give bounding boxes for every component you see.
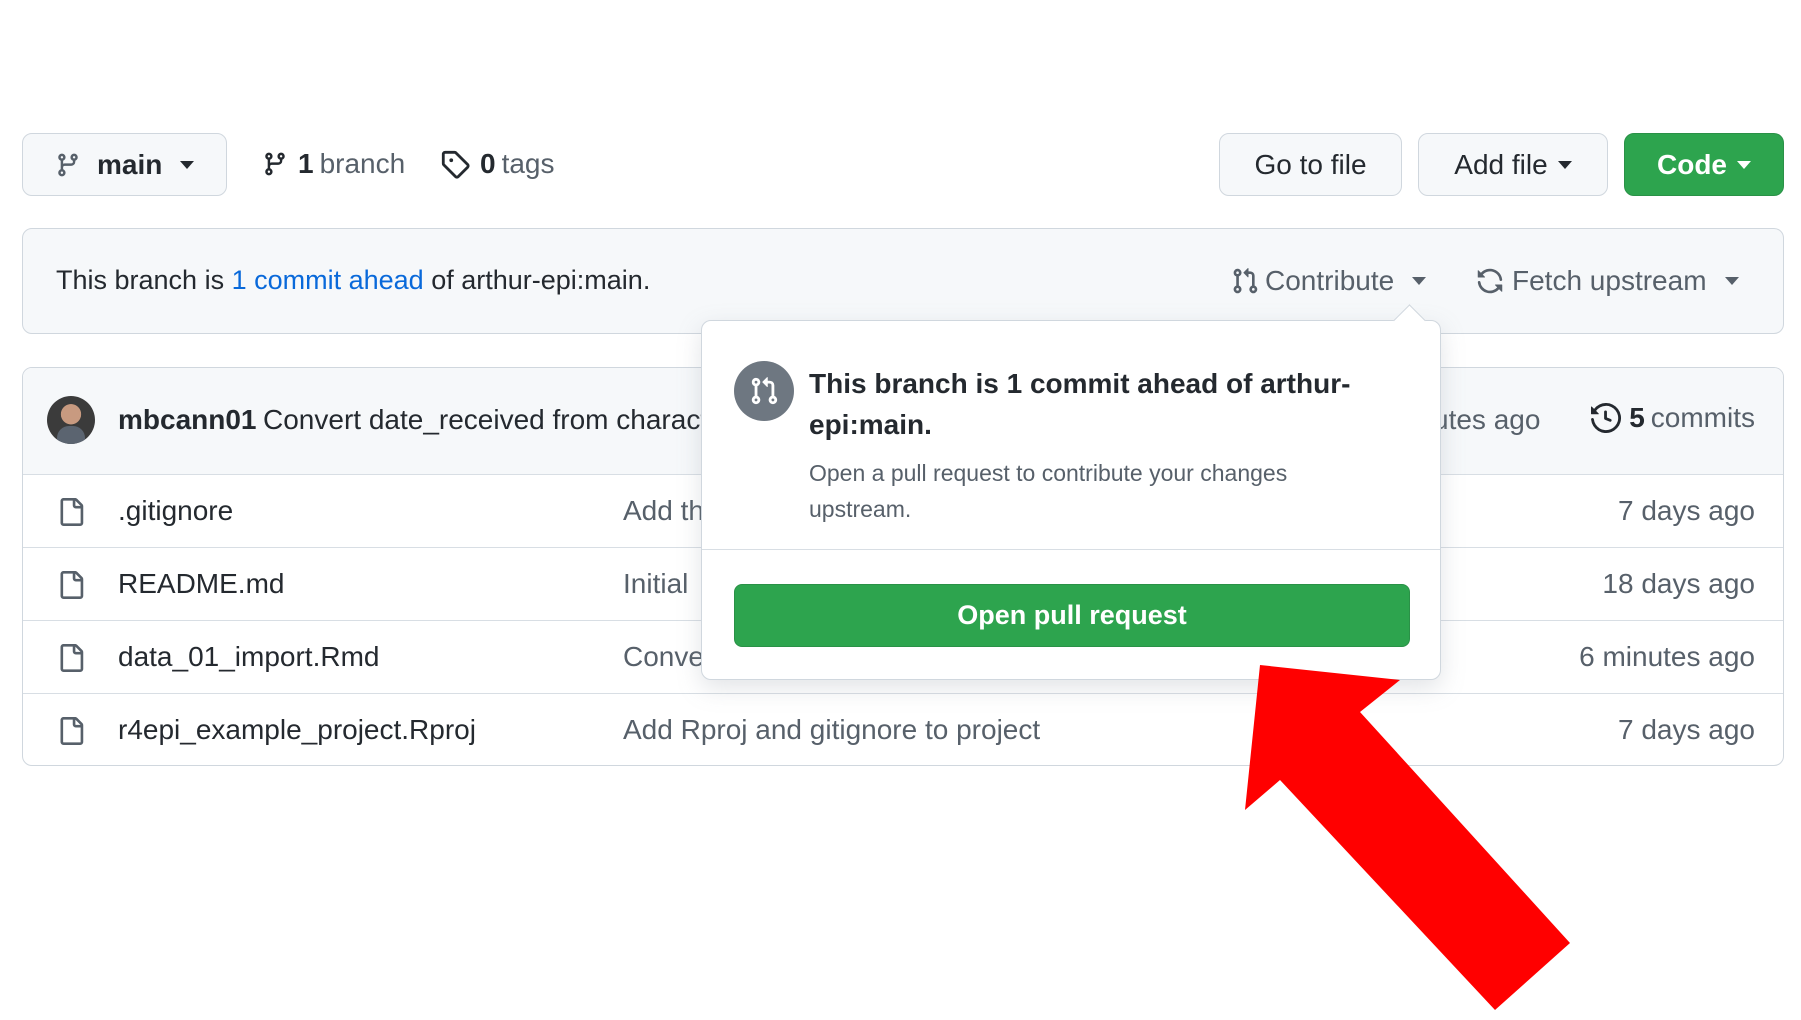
history-icon [1591, 403, 1622, 433]
commit-time: utes ago [1433, 404, 1541, 435]
branches-label: branch [319, 148, 406, 179]
red-arrow-annotation [1245, 665, 1570, 1010]
commits-count: 5 [1629, 402, 1645, 433]
fetch-upstream-label: Fetch upstream [1512, 265, 1707, 296]
file-name[interactable]: README.md [118, 568, 284, 600]
file-commit-message[interactable]: Add Rproj and gitignore to project [623, 714, 1040, 746]
caret-down-icon [180, 160, 195, 169]
branch-icon [262, 150, 288, 178]
tags-count: 0 [480, 148, 496, 179]
branch-icon [55, 151, 81, 179]
file-time: 7 days ago [1618, 714, 1755, 745]
caret-down-icon [1724, 277, 1739, 285]
branch-select-button[interactable]: main [22, 133, 227, 196]
arrow-shape [1245, 665, 1570, 1010]
tags-link[interactable]: 0 tags [440, 148, 555, 180]
commits-history-link[interactable]: 5 commits [1591, 402, 1755, 434]
file-time: 7 days ago [1618, 495, 1755, 526]
branches-count: 1 [298, 148, 314, 179]
pull-request-icon [734, 361, 794, 421]
pull-request-icon [1231, 266, 1259, 296]
avatar[interactable] [47, 396, 95, 444]
code-label: Code [1657, 148, 1727, 180]
file-icon [57, 497, 85, 527]
commit-message[interactable]: Convert date_received from character [263, 404, 723, 436]
branch-status-text: This branch is 1 commit ahead of arthur-… [56, 265, 650, 296]
caret-down-icon [1737, 160, 1751, 169]
file-name[interactable]: r4epi_example_project.Rproj [118, 714, 476, 746]
sync-icon [1476, 266, 1504, 296]
file-icon [57, 716, 85, 746]
tags-label: tags [501, 148, 555, 179]
commit-author[interactable]: mbcann01 [118, 404, 257, 436]
add-file-label: Add file [1454, 148, 1548, 180]
popover-description: Open a pull request to contribute your c… [809, 460, 1288, 522]
tag-icon [440, 149, 470, 179]
file-commit-message[interactable]: Initial [623, 568, 688, 600]
open-pull-request-button[interactable]: Open pull request [734, 584, 1410, 647]
file-time: 18 days ago [1602, 568, 1755, 599]
file-time: 6 minutes ago [1579, 641, 1755, 672]
branches-link[interactable]: 1 branch [262, 148, 405, 180]
contribute-dropdown[interactable]: Contribute [1231, 265, 1427, 297]
branch-status-banner: This branch is 1 commit ahead of arthur-… [22, 228, 1784, 334]
go-to-file-label: Go to file [1254, 148, 1367, 180]
go-to-file-button[interactable]: Go to file [1219, 133, 1402, 196]
code-button[interactable]: Code [1624, 133, 1784, 196]
branch-status-suffix: of arthur-epi:main. [431, 265, 651, 295]
file-name[interactable]: .gitignore [118, 495, 233, 527]
file-name[interactable]: data_01_import.Rmd [118, 641, 379, 673]
popover-divider [702, 549, 1440, 550]
fetch-upstream-dropdown[interactable]: Fetch upstream [1476, 265, 1739, 297]
caret-down-icon [1412, 277, 1427, 285]
branch-status-prefix: This branch is [56, 265, 225, 295]
file-commit-message[interactable]: Conve [623, 641, 704, 673]
contribute-popover: This branch is 1 commit ahead of arthur-… [701, 304, 1441, 680]
branch-select-label: main [97, 148, 163, 180]
contribute-label: Contribute [1265, 265, 1395, 296]
caret-down-icon [1557, 160, 1572, 169]
file-icon [57, 643, 85, 673]
commit-ahead-link[interactable]: 1 commit ahead [232, 265, 424, 295]
file-icon [57, 570, 85, 600]
add-file-button[interactable]: Add file [1418, 133, 1608, 196]
commits-label: commits [1650, 402, 1755, 433]
popover-title: This branch is 1 commit ahead of arthur-… [809, 368, 1351, 440]
